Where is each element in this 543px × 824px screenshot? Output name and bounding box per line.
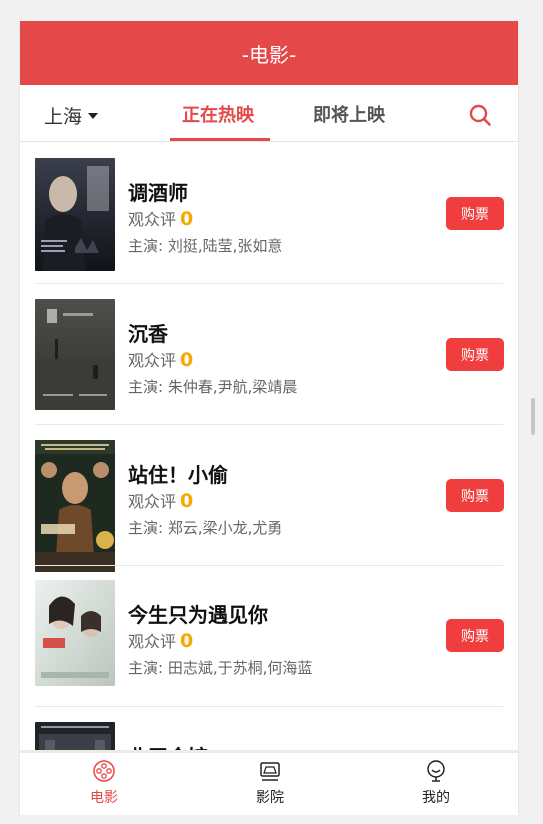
movie-actors: 主演: 朱仲春,尹航,梁靖晨 xyxy=(128,378,298,396)
bottom-navigation: 电影 影院 我的 xyxy=(20,750,518,815)
buy-ticket-button[interactable]: 购票 xyxy=(446,619,504,652)
scrollbar-thumb[interactable] xyxy=(531,398,535,435)
movie-poster[interactable] xyxy=(35,722,115,750)
movie-item[interactable]: 今生只为遇见你 观众评 0 主演: 田志斌,于苏桐,何海蓝 购票 xyxy=(20,566,518,707)
movie-title: 北平会馆 xyxy=(128,741,208,750)
movie-title: 调酒师 xyxy=(128,181,188,205)
movie-item[interactable]: 北平会馆 xyxy=(20,707,518,750)
rating-label: 观众评 xyxy=(128,210,177,229)
caret-down-icon xyxy=(88,113,99,119)
tab-coming-soon[interactable]: 即将上映 xyxy=(313,101,385,127)
rating-label: 观众评 xyxy=(128,351,177,370)
movie-poster[interactable] xyxy=(35,158,115,271)
movie-title: 沉香 xyxy=(128,322,168,346)
movie-actors: 主演: 郑云,梁小龙,尤勇 xyxy=(128,519,283,537)
city-selector[interactable]: 上海 xyxy=(44,102,99,129)
top-navigation: 上海 正在热映 即将上映 xyxy=(20,85,518,142)
rating-row: 观众评 0 xyxy=(128,347,193,371)
movie-poster[interactable] xyxy=(35,299,115,410)
app-screen: -电影- 上海 正在热映 即将上映 调酒师 观众评 0 主演: 刘挺,陆莹,张如… xyxy=(19,21,519,815)
movie-item[interactable]: 站住！小偷 观众评 0 主演: 郑云,梁小龙,尤勇 购票 xyxy=(20,425,518,572)
nav-label-movies: 电影 xyxy=(90,790,118,806)
film-reel-icon xyxy=(93,760,115,782)
rating-score: 0 xyxy=(180,490,194,512)
rating-label: 观众评 xyxy=(128,632,177,651)
buy-ticket-label: 购票 xyxy=(461,347,489,364)
rating-score: 0 xyxy=(180,208,194,230)
movie-poster[interactable] xyxy=(35,440,115,572)
nav-label-profile: 我的 xyxy=(422,790,450,806)
rating-row: 观众评 0 xyxy=(128,628,193,652)
buy-ticket-label: 购票 xyxy=(461,628,489,645)
movie-item[interactable]: 沉香 观众评 0 主演: 朱仲春,尹航,梁靖晨 购票 xyxy=(20,284,518,425)
rating-score: 0 xyxy=(180,630,194,652)
cinema-screen-icon xyxy=(260,762,280,781)
nav-item-profile[interactable]: 我的 xyxy=(386,759,486,807)
buy-ticket-button[interactable]: 购票 xyxy=(446,197,504,230)
tab-now-showing[interactable]: 正在热映 xyxy=(182,101,254,127)
movie-item[interactable]: 调酒师 观众评 0 主演: 刘挺,陆莹,张如意 购票 xyxy=(20,143,518,284)
tab-coming-soon-label: 即将上映 xyxy=(313,105,385,126)
movie-actors: 主演: 刘挺,陆莹,张如意 xyxy=(128,237,283,255)
nav-item-movies[interactable]: 电影 xyxy=(54,759,154,807)
buy-ticket-button[interactable]: 购票 xyxy=(446,479,504,512)
buy-ticket-label: 购票 xyxy=(461,206,489,223)
nav-item-cinemas[interactable]: 影院 xyxy=(220,759,320,807)
city-label: 上海 xyxy=(44,106,83,128)
movie-poster[interactable] xyxy=(35,580,115,686)
nav-label-cinemas: 影院 xyxy=(256,790,284,806)
app-header: -电影- xyxy=(20,21,518,85)
movie-title: 今生只为遇见你 xyxy=(128,603,268,627)
tab-now-showing-label: 正在热映 xyxy=(182,105,254,126)
movie-title: 站住！小偷 xyxy=(128,463,228,487)
user-icon xyxy=(427,760,445,782)
buy-ticket-button[interactable]: 购票 xyxy=(446,338,504,371)
buy-ticket-label: 购票 xyxy=(461,488,489,505)
rating-score: 0 xyxy=(180,349,194,371)
rating-row: 观众评 0 xyxy=(128,206,193,230)
rating-label: 观众评 xyxy=(128,492,177,511)
movie-actors: 主演: 田志斌,于苏桐,何海蓝 xyxy=(128,659,313,677)
search-icon[interactable] xyxy=(468,103,492,127)
active-tab-indicator xyxy=(170,138,270,141)
movie-list: 调酒师 观众评 0 主演: 刘挺,陆莹,张如意 购票 沉香 观众评 0 主演: … xyxy=(20,143,518,750)
page-title: -电影- xyxy=(241,42,297,67)
rating-row: 观众评 0 xyxy=(128,488,193,512)
